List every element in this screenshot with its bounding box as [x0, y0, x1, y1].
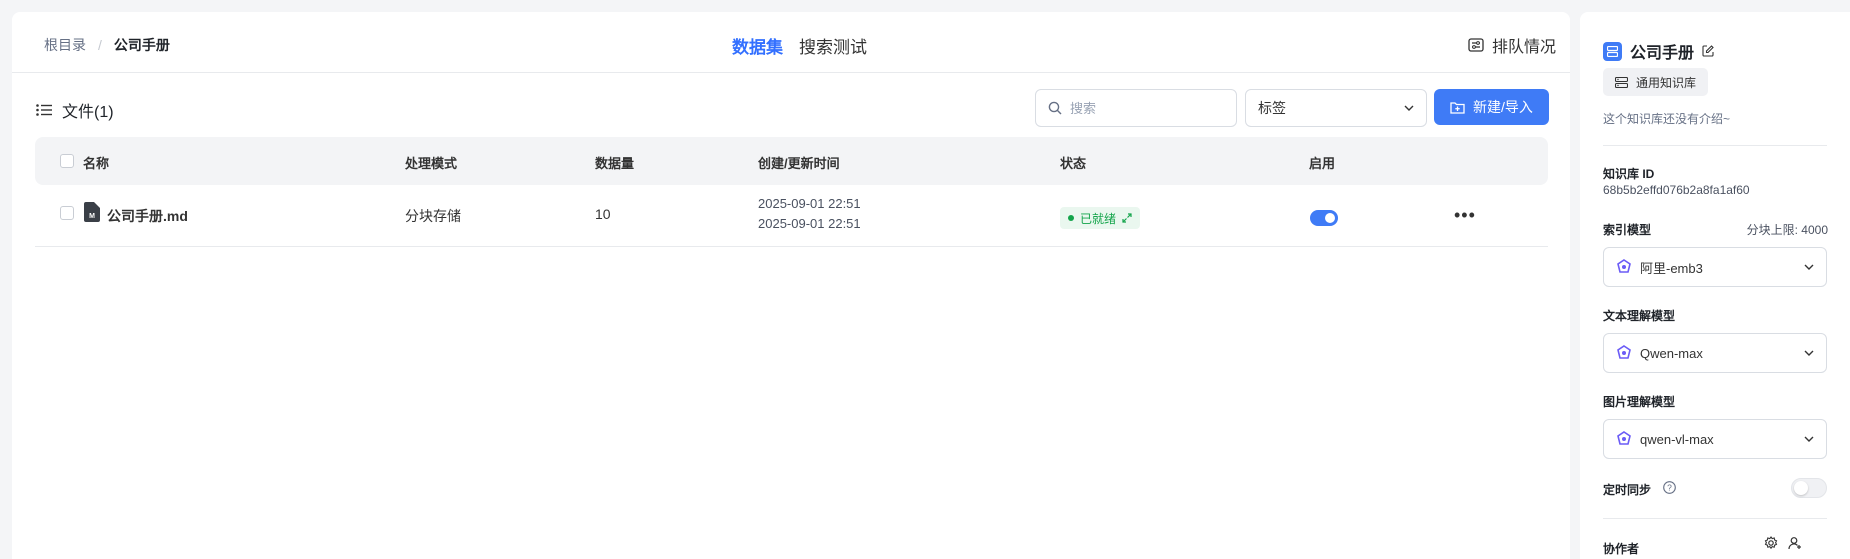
divider [1603, 145, 1827, 146]
col-count: 数据量 [595, 156, 635, 171]
sync-toggle[interactable] [1791, 478, 1827, 498]
breadcrumb-separator: / [98, 37, 102, 53]
chunk-limit: 分块上限: 4000 [1746, 223, 1828, 237]
kb-intro: 这个知识库还没有介绍~ [1603, 112, 1731, 126]
image-model-label: 图片理解模型 [1603, 395, 1676, 409]
table-header: 名称 处理模式 数据量 创建/更新时间 状态 启用 [35, 137, 1548, 185]
row-created-time: 2025-09-01 22:51 [758, 196, 861, 211]
kb-id-value: 68b5b2effd076b2a8fa1af60 [1603, 183, 1750, 197]
new-import-label: 新建/导入 [1473, 99, 1533, 115]
status-badge: 已就绪 [1060, 207, 1141, 229]
kb-title-text: 公司手册 [1630, 45, 1695, 62]
knowledge-base-icon [1603, 41, 1622, 61]
chevron-down-icon [1804, 264, 1814, 270]
row-checkbox[interactable] [60, 206, 74, 220]
col-mode: 处理模式 [405, 156, 458, 171]
new-import-button[interactable]: 新建/导入 [1434, 89, 1549, 125]
kb-id-label: 知识库 ID [1603, 167, 1655, 181]
enable-toggle[interactable] [1310, 210, 1338, 226]
breadcrumb: 根目录 / 公司手册 [44, 35, 170, 55]
model-logo-icon [1617, 345, 1631, 359]
status-label: 已就绪 [1080, 211, 1117, 226]
tab-dataset[interactable]: 数据集 [732, 33, 783, 58]
tab-bar: 数据集 搜索测试 [732, 33, 867, 58]
model-logo-icon [1617, 431, 1631, 445]
row-file-name[interactable]: 公司手册.md [107, 206, 188, 226]
edit-icon[interactable] [1702, 45, 1714, 57]
kb-type-tag: 通用知识库 [1603, 68, 1709, 96]
index-model-label: 索引模型 [1603, 223, 1652, 237]
chevron-down-icon [1404, 105, 1414, 111]
add-user-icon[interactable] [1788, 536, 1802, 550]
top-bar: 根目录 / 公司手册 数据集 搜索测试 排队情况 [12, 12, 1570, 73]
search-box [1035, 89, 1237, 127]
expand-icon [1122, 213, 1132, 223]
image-model-select[interactable]: qwen-vl-max [1603, 419, 1827, 459]
status-dot [1068, 215, 1074, 221]
chevron-down-icon [1804, 436, 1814, 442]
kb-info-sidebar: 公司手册 通用知识库 这个知识库还没有介绍~ 知识库 ID 68b5b2effd… [1580, 12, 1850, 559]
svg-text:?: ? [1667, 483, 1672, 493]
model-logo-icon [1617, 259, 1631, 273]
queue-status-button[interactable]: 排队情况 [1468, 33, 1556, 57]
gear-icon[interactable] [1764, 536, 1778, 550]
folder-add-icon [1450, 101, 1465, 114]
breadcrumb-root[interactable]: 根目录 [44, 35, 86, 55]
sync-label: 定时同步 [1603, 483, 1652, 497]
files-header: 文件(1) [36, 98, 114, 122]
queue-icon [1468, 38, 1484, 52]
kb-type-label: 通用知识库 [1636, 75, 1697, 90]
search-icon [1048, 101, 1062, 115]
divider [1603, 518, 1827, 519]
more-options-icon[interactable]: ••• [1454, 205, 1476, 226]
markdown-file-icon: M [84, 202, 100, 222]
image-model-value: qwen-vl-max [1640, 431, 1714, 447]
row-count: 10 [595, 206, 611, 222]
index-model-value: 阿里-emb3 [1640, 260, 1703, 276]
breadcrumb-current: 公司手册 [113, 37, 170, 53]
help-icon[interactable]: ? [1663, 481, 1676, 494]
row-updated-time: 2025-09-01 22:51 [758, 216, 861, 231]
tag-select[interactable]: 标签 [1245, 89, 1427, 127]
toggle-knob [1794, 481, 1808, 495]
queue-label: 排队情况 [1491, 39, 1556, 56]
dataset-panel: 根目录 / 公司手册 数据集 搜索测试 排队情况 文件(1) 标签 新建/导入 … [12, 12, 1570, 559]
col-name: 名称 [83, 156, 110, 171]
tab-search-test[interactable]: 搜索测试 [799, 33, 867, 58]
text-model-select[interactable]: Qwen-max [1603, 333, 1827, 373]
tag-select-value: 标签 [1258, 100, 1286, 116]
index-model-select[interactable]: 阿里-emb3 [1603, 247, 1827, 287]
list-icon [36, 104, 52, 116]
row-mode: 分块存储 [405, 208, 461, 224]
files-count-label: 文件(1) [62, 104, 114, 121]
col-enabled: 启用 [1309, 156, 1336, 171]
collaborators-label: 协作者 [1603, 542, 1640, 556]
chevron-down-icon [1804, 350, 1814, 356]
database-icon [1615, 76, 1628, 88]
svg-text:M: M [89, 213, 95, 220]
table-row[interactable]: M 公司手册.md 分块存储 10 2025-09-01 22:51 2025-… [35, 185, 1548, 247]
toggle-knob [1325, 213, 1335, 223]
col-status: 状态 [1060, 156, 1087, 171]
search-input[interactable] [1070, 100, 1220, 116]
text-model-value: Qwen-max [1640, 345, 1703, 361]
text-model-label: 文本理解模型 [1603, 309, 1676, 323]
select-all-checkbox[interactable] [60, 154, 74, 168]
col-time: 创建/更新时间 [758, 156, 840, 171]
kb-title: 公司手册 [1603, 39, 1714, 63]
